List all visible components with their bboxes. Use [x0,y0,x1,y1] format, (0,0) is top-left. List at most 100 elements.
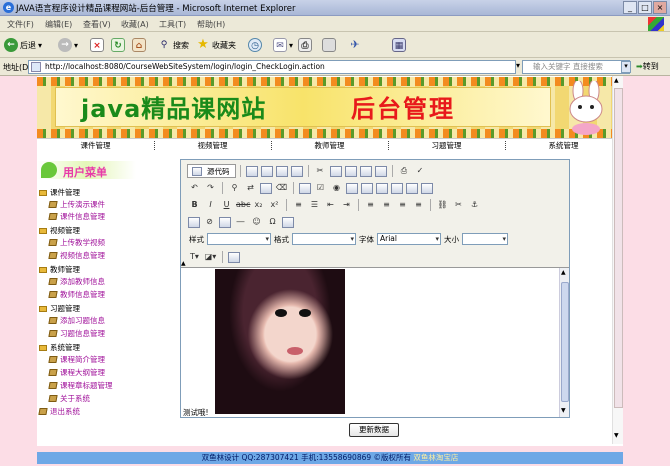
paste-icon[interactable] [344,165,357,177]
sidebar-item-exercise-info[interactable]: 习题信息管理 [48,328,105,339]
footer-shop-link[interactable]: 双鱼林淘宝店 [413,453,458,462]
undo-icon[interactable]: ↶ [187,181,202,195]
menu-view[interactable]: 查看(V) [83,19,111,30]
select-field-icon[interactable] [376,182,388,194]
search-box[interactable]: 输入关键字 直接搜索 [522,60,630,74]
search-button[interactable]: ⚲ 搜索 [157,37,189,53]
paste-word-icon[interactable] [374,165,387,177]
sidebar-item-about[interactable]: 关于系统 [48,393,90,404]
maximize-button[interactable]: □ [638,1,652,14]
research-button[interactable]: ▦ [392,37,406,53]
format-select[interactable] [292,233,356,245]
font-select[interactable]: Arial [377,233,441,245]
nav-video[interactable]: 视频管理 [154,140,271,151]
address-dropdown-icon[interactable]: ▾ [516,61,520,70]
print-button[interactable]: ⎙ [298,37,312,53]
smiley-icon[interactable]: ☺ [249,215,264,229]
menu-file[interactable]: 文件(F) [7,19,34,30]
bullet-list-icon[interactable]: ☰ [307,198,322,212]
update-data-button[interactable]: 更新数据 [349,423,399,437]
minimize-button[interactable]: _ [623,1,637,14]
align-left-icon[interactable]: ≡ [363,198,378,212]
messenger-button[interactable]: ✈ [348,37,362,53]
sidebar-item-upload-courseware[interactable]: 上传演示课件 [48,199,105,210]
cut-icon[interactable]: ✂ [313,164,328,178]
special-char-icon[interactable]: Ω [265,215,280,229]
align-right-icon[interactable]: ≡ [395,198,410,212]
radio-icon[interactable]: ◉ [329,181,344,195]
address-input[interactable]: http://localhost:8080/CourseWebSiteSyste… [28,60,516,74]
redo-icon[interactable]: ↷ [203,181,218,195]
checkbox-icon[interactable]: ☑ [313,181,328,195]
spellcheck-icon[interactable]: ✓ [413,164,428,178]
scroll-down-icon[interactable]: ▼ [561,407,566,414]
sidebar-item-logout[interactable]: 退出系统 [38,406,80,417]
sidebar-item-chapter-title[interactable]: 课程章标题管理 [48,380,113,391]
remove-format-icon[interactable]: ⌫ [274,181,289,195]
page-scroll-up-icon[interactable]: ▲ [614,77,619,84]
favorites-button[interactable]: ★ 收藏夹 [196,37,236,53]
sidebar-group-teacher[interactable]: 教师管理 [39,264,80,275]
about-icon[interactable] [228,251,240,263]
image-icon[interactable] [188,216,200,228]
size-select[interactable] [462,233,508,245]
sidebar-item-course-intro[interactable]: 课程简介管理 [48,354,105,365]
textarea-icon[interactable] [361,182,373,194]
align-center-icon[interactable]: ≡ [379,198,394,212]
find-icon[interactable]: ⚲ [227,181,242,195]
button-field-icon[interactable] [391,182,403,194]
replace-icon[interactable]: ⇄ [243,181,258,195]
editor-content[interactable]: 测试哦! [181,268,559,417]
menu-edit[interactable]: 编辑(E) [45,19,72,30]
stop-button[interactable]: × [90,37,104,53]
italic-icon[interactable]: I [203,198,218,212]
nav-teacher[interactable]: 教师管理 [271,140,388,151]
sidebar-item-course-outline[interactable]: 课程大纲管理 [48,367,105,378]
menu-tools[interactable]: 工具(T) [159,19,186,30]
bold-icon[interactable]: B [187,198,202,212]
mail-button[interactable]: ✉ ▾ [273,37,293,53]
page-scroll-down-icon[interactable]: ▼ [614,432,619,439]
history-button[interactable]: ◷ [248,37,262,53]
bg-color-icon[interactable]: ◪▾ [203,250,218,264]
refresh-button[interactable]: ↻ [111,37,125,53]
edit-page-button[interactable] [322,37,336,53]
nav-exercise[interactable]: 习题管理 [388,140,505,151]
select-all-icon[interactable] [260,182,272,194]
nav-system[interactable]: 系统管理 [505,140,622,151]
textfield-icon[interactable] [346,182,358,194]
page-break-icon[interactable] [282,216,294,228]
sidebar-group-courseware[interactable]: 课件管理 [39,187,80,198]
sidebar-item-teacher-info[interactable]: 教师信息管理 [48,289,105,300]
save-icon[interactable] [245,165,258,177]
preview-icon[interactable] [275,165,288,177]
copy-icon[interactable] [329,165,342,177]
flash-icon[interactable]: ⊘ [202,215,217,229]
editor-scroll-thumb[interactable] [561,282,569,402]
anchor-icon[interactable]: ⚓ [467,198,482,212]
numbered-list-icon[interactable]: ≡ [291,198,306,212]
indent-icon[interactable]: ⇥ [339,198,354,212]
paste-text-icon[interactable] [359,165,372,177]
forward-button[interactable]: → ▾ [58,37,78,53]
sidebar-group-video[interactable]: 视频管理 [39,225,80,236]
link-icon[interactable]: ⛓ [435,198,450,212]
strike-icon[interactable]: abc [235,198,250,212]
form-icon[interactable] [299,182,311,194]
style-select[interactable] [207,233,271,245]
sidebar-group-exercise[interactable]: 习题管理 [39,303,80,314]
home-button[interactable]: ⌂ [132,37,146,53]
collapse-toolbar-icon[interactable]: ▲ [181,260,186,267]
templates-icon[interactable] [290,165,303,177]
horizontal-rule-icon[interactable]: ― [233,215,248,229]
sidebar-item-add-teacher[interactable]: 添加教师信息 [48,276,105,287]
hidden-field-icon[interactable] [421,182,433,194]
source-code-button[interactable]: 源代码 [187,164,236,178]
back-button[interactable]: ← 后退 ▾ [4,37,42,53]
go-button[interactable]: ➡转到 [636,61,659,72]
menu-help[interactable]: 帮助(H) [197,19,225,30]
sidebar-item-courseware-info[interactable]: 课件信息管理 [48,211,105,222]
search-dropdown-icon[interactable]: ▾ [621,61,631,73]
align-justify-icon[interactable]: ≡ [411,198,426,212]
nav-courseware[interactable]: 课件管理 [37,140,154,151]
